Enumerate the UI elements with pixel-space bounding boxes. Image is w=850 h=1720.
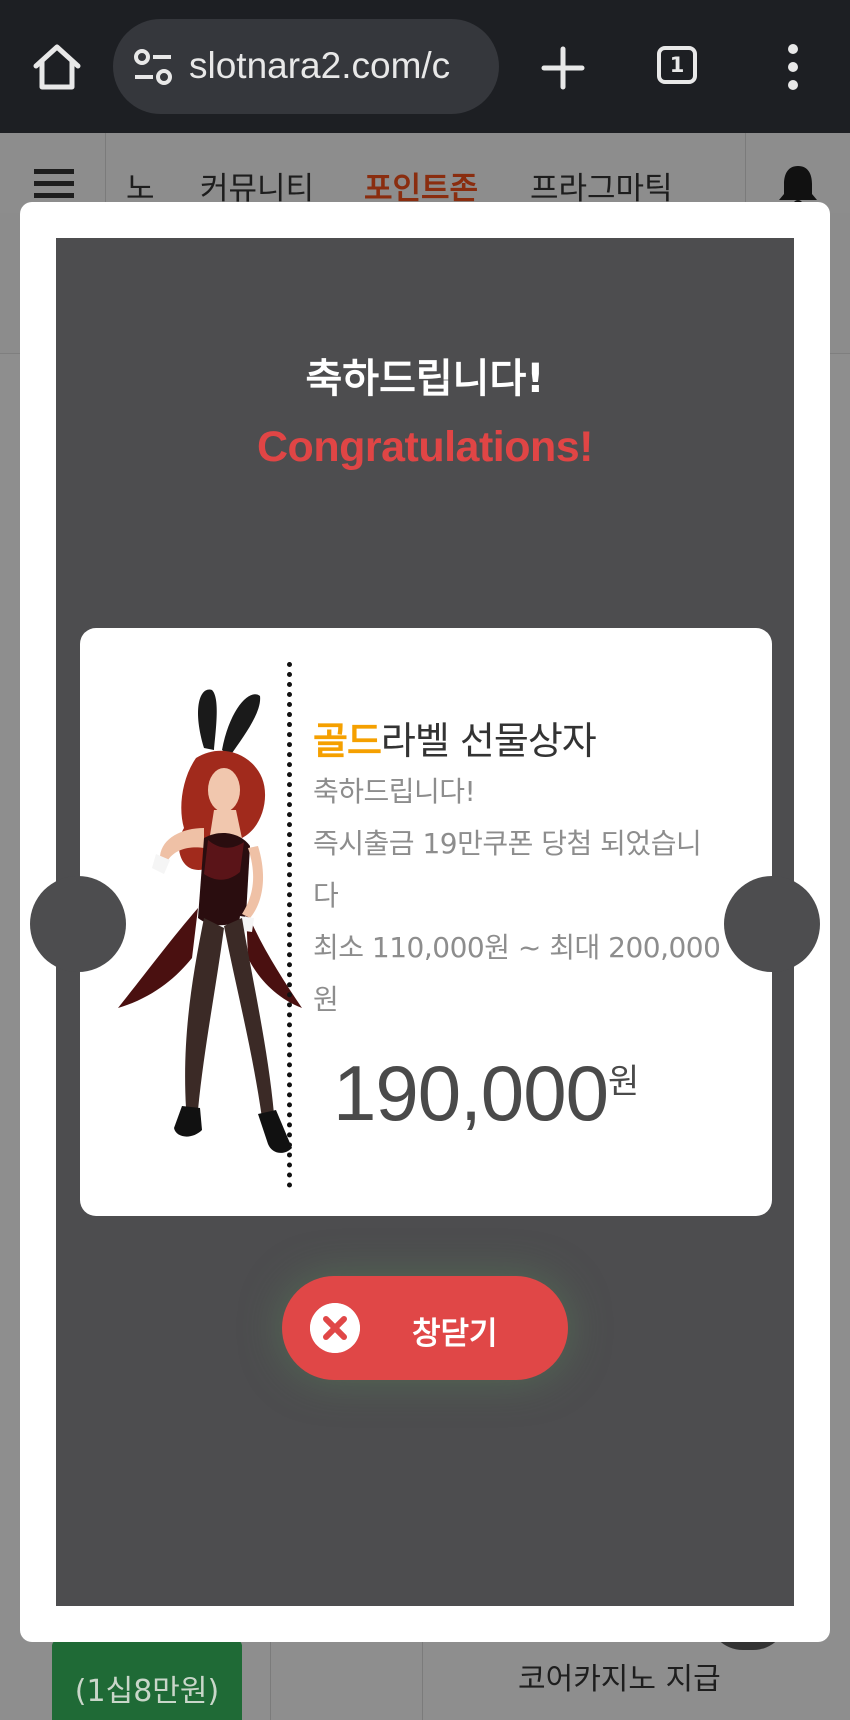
ticket-title: 골드라벨 선물상자: [313, 710, 597, 765]
close-button-label: 창닫기: [412, 1316, 498, 1352]
ticket-desc-line: 축하드립니다!: [313, 775, 476, 808]
bunny-character-illustration: [118, 689, 302, 1153]
more-options-icon[interactable]: [785, 42, 801, 92]
prize-amount-unit: 원: [607, 1062, 640, 1102]
prize-modal: 축하드립니다! Congratulations! 골드라벨 선물상자 축하드립니…: [30, 238, 820, 1606]
ticket-title-highlight: 골드: [313, 719, 382, 763]
home-icon[interactable]: [30, 40, 84, 94]
ticket-desc-line: 즉시출금 19만쿠폰 당첨 되었습니: [313, 827, 702, 860]
prize-ticket: 골드라벨 선물상자 축하드립니다! 즉시출금 19만쿠폰 당첨 되었습니 다 최…: [30, 628, 820, 1216]
ticket-title-rest: 라벨 선물상자: [380, 719, 597, 763]
table-divider: [422, 1640, 423, 1720]
table-divider: [270, 1640, 271, 1720]
prize-amount: 190,000원: [333, 1048, 639, 1139]
nav-divider: [745, 133, 746, 213]
ticket-description: 축하드립니다! 즉시출금 19만쿠폰 당첨 되었습니 다 최소 110,000원…: [313, 766, 733, 1026]
site-settings-icon[interactable]: [133, 49, 173, 85]
ticket-notch-right: [724, 876, 820, 972]
coupon-tag[interactable]: (1십8만원): [52, 1640, 242, 1720]
address-bar[interactable]: slotnara2.com/c: [113, 19, 499, 114]
ticket-desc-line: 원: [313, 983, 339, 1016]
close-modal-button[interactable]: 창닫기: [282, 1276, 568, 1380]
modal-subheading: Congratulations!: [257, 423, 593, 471]
ticket-desc-line: 다: [313, 879, 339, 912]
close-icon: [310, 1303, 360, 1353]
table-cell-text: 코어카지노 지급: [518, 1662, 721, 1697]
ticket-perforation: [287, 662, 292, 1188]
prize-amount-value: 190,000: [333, 1049, 609, 1137]
new-tab-icon[interactable]: [538, 43, 588, 93]
url-text: slotnara2.com/c: [189, 45, 451, 86]
nav-divider: [105, 133, 106, 213]
modal-heading: 축하드립니다!: [305, 356, 545, 402]
hamburger-menu-icon[interactable]: [34, 167, 74, 201]
coupon-tag-label: (1십8만원): [74, 1674, 220, 1709]
ticket-desc-line: 최소 110,000원 ~ 최대 200,000: [313, 931, 721, 964]
tab-switcher-button[interactable]: 1: [657, 46, 697, 84]
browser-toolbar: slotnara2.com/c 1: [0, 0, 850, 133]
